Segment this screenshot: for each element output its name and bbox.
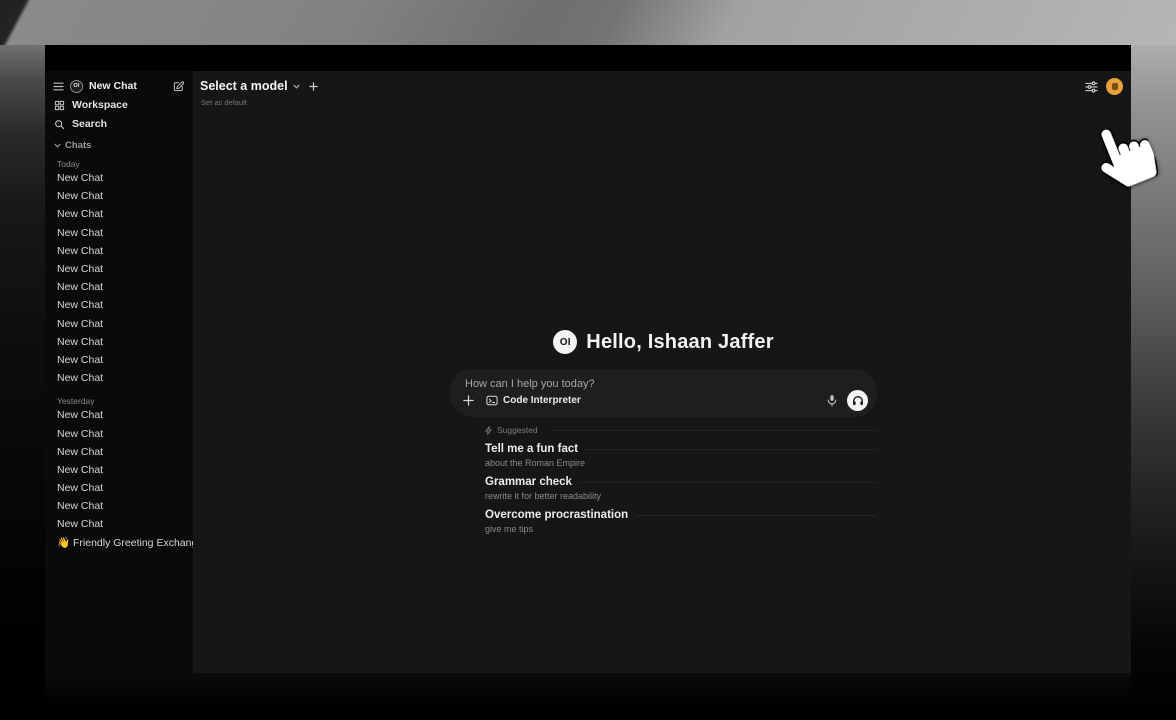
model-selector-label: Select a model — [200, 79, 288, 93]
divider — [579, 482, 877, 483]
greeting: OI Hello, Ishaan Jaffer — [450, 329, 877, 355]
suggested-list: Tell me a fun fact about the Roman Empir… — [485, 442, 877, 535]
chat-list-item[interactable]: New Chat — [45, 278, 193, 296]
chat-list-item[interactable]: New Chat — [45, 497, 193, 515]
main-panel: Select a model Set as default — [193, 71, 1131, 673]
suggested-prompt-subtitle: rewrite it for better readability — [485, 491, 877, 502]
input-toolbar: Code Interpreter — [463, 389, 868, 411]
chat-title: New Chat — [89, 80, 137, 92]
greeting-text: Hello, Ishaan Jaffer — [586, 331, 773, 354]
chat-list-today: New ChatNew ChatNew ChatNew ChatNew Chat… — [45, 169, 193, 387]
chat-list-item[interactable]: New Chat — [45, 242, 193, 260]
suggested-prompt[interactable]: Overcome procrastination give me tips — [485, 508, 877, 535]
chat-list-item[interactable]: New Chat — [45, 187, 193, 205]
divider — [585, 449, 877, 450]
sidebar-item-workspace[interactable]: Workspace — [54, 97, 185, 113]
search-icon — [54, 119, 65, 130]
desktop-backdrop: OI New Chat Workspace Searc — [0, 0, 1176, 720]
chat-list-item[interactable]: New Chat — [45, 479, 193, 497]
backdrop-left-band — [0, 45, 45, 720]
workspace-label: Workspace — [72, 99, 128, 111]
chat-list-item[interactable]: New Chat — [45, 369, 193, 387]
chat-list-item[interactable]: New Chat — [45, 333, 193, 351]
terminal-icon — [486, 395, 498, 406]
chat-list-item[interactable]: New Chat — [45, 315, 193, 333]
hamburger-icon[interactable] — [53, 82, 64, 91]
suggested-prompt-title: Overcome procrastination — [485, 509, 628, 521]
chat-list-item[interactable]: New Chat — [45, 169, 193, 187]
chat-list-item[interactable]: New Chat — [45, 424, 193, 442]
sidebar-header: OI New Chat — [53, 78, 184, 94]
chevron-down-icon — [54, 143, 61, 148]
microphone-icon[interactable] — [827, 394, 837, 407]
new-chat-icon[interactable] — [173, 81, 184, 92]
sidebar-item-search[interactable]: Search — [54, 116, 185, 132]
app-logo-large: OI — [553, 330, 577, 354]
window-top-strip — [45, 45, 1131, 71]
suggested-label: Suggested — [497, 425, 538, 435]
chat-list-yesterday: New ChatNew ChatNew ChatNew ChatNew Chat… — [45, 406, 193, 552]
chat-list-item[interactable]: New Chat — [45, 351, 193, 369]
message-input-box[interactable]: Code Interpreter — [450, 369, 877, 417]
suggested-header: Suggested — [485, 424, 877, 436]
chat-group-label-yesterday: Yesterday — [45, 395, 193, 406]
code-interpreter-label: Code Interpreter — [503, 395, 581, 406]
divider — [635, 515, 877, 516]
model-selector[interactable]: Select a model — [200, 78, 318, 94]
settings-sliders-icon[interactable] — [1085, 81, 1098, 93]
grid-icon — [54, 100, 65, 111]
bolt-icon — [485, 426, 492, 435]
chat-list-item[interactable]: New Chat — [45, 443, 193, 461]
chat-group-label-today: Today — [45, 158, 193, 169]
headphones-icon — [852, 395, 864, 406]
divider — [550, 430, 877, 431]
chat-list-item[interactable]: New Chat — [45, 461, 193, 479]
chat-list-item[interactable]: New Chat — [45, 205, 193, 223]
suggested-prompt[interactable]: Grammar check rewrite it for better read… — [485, 475, 877, 502]
user-avatar[interactable] — [1106, 78, 1123, 95]
search-label: Search — [72, 118, 107, 130]
set-as-default-link[interactable]: Set as default — [201, 98, 247, 107]
welcome-area: OI Hello, Ishaan Jaffer — [450, 329, 877, 535]
suggested-prompt-subtitle: about the Roman Empire — [485, 458, 877, 469]
chats-section-toggle[interactable]: Chats — [54, 139, 185, 152]
app-logo: OI — [70, 80, 83, 93]
suggested-prompt[interactable]: Tell me a fun fact about the Roman Empir… — [485, 442, 877, 469]
add-model-icon[interactable] — [309, 82, 318, 91]
code-interpreter-toggle[interactable]: Code Interpreter — [486, 395, 581, 406]
suggested-section: Suggested Tell me a fun fact — [450, 424, 877, 535]
suggested-prompt-title: Grammar check — [485, 476, 572, 488]
chat-list-item[interactable]: New Chat — [45, 260, 193, 278]
chat-list-item[interactable]: 👋 Friendly Greeting Exchange — [45, 534, 193, 552]
voice-call-button[interactable] — [847, 390, 868, 411]
chat-list-item[interactable]: New Chat — [45, 406, 193, 424]
chat-list-item[interactable]: New Chat — [45, 224, 193, 242]
topbar-right — [1085, 78, 1123, 95]
chat-list-item[interactable]: New Chat — [45, 296, 193, 314]
avatar-glyph — [1112, 83, 1118, 90]
chats-section-label: Chats — [65, 140, 91, 151]
attach-plus-icon[interactable] — [463, 395, 474, 406]
backdrop-top-band — [0, 0, 1176, 45]
suggested-prompt-subtitle: give me tips — [485, 524, 877, 535]
backdrop-bottom-band — [45, 673, 1131, 720]
chevron-down-icon — [293, 84, 300, 89]
open-webui-window: OI New Chat Workspace Searc — [45, 45, 1131, 673]
chat-list-item[interactable]: New Chat — [45, 515, 193, 533]
suggested-prompt-title: Tell me a fun fact — [485, 443, 578, 455]
sidebar: OI New Chat Workspace Searc — [45, 71, 193, 673]
